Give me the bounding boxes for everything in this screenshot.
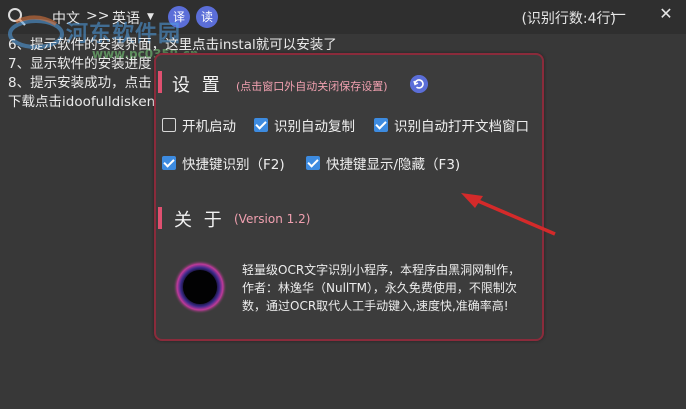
settings-hint: (点击窗口外自动关闭保存设置) [236,80,388,93]
line-count-label: (识别行数:4行) [521,11,616,27]
about-line: 作者：林逸华（NullTM），永久免费使用，不限制次 [242,281,517,295]
minimize-button[interactable]: — [606,2,630,26]
checkbox[interactable] [306,156,320,170]
refresh-icon[interactable] [410,75,428,93]
option-label: 快捷键识别（F2) [182,157,285,173]
option-label: 开机启动 [182,119,236,135]
option-auto-copy[interactable]: 识别自动复制 [254,115,355,135]
option-autostart[interactable]: 开机启动 [162,115,236,135]
checkbox[interactable] [162,156,176,170]
about-line: 轻量级OCR文字识别小程序，本程序由黑洞网制作， [242,263,521,277]
checkbox[interactable] [374,118,388,132]
option-hotkey-recognize[interactable]: 快捷键识别（F2) [162,153,285,173]
about-line: 数，通过OCR取代人工手动键入,速度快,准确率高! [242,299,509,313]
red-arrow-icon [461,193,556,236]
read-aloud-button[interactable]: 读 [196,6,218,28]
about-section-marker [158,207,162,229]
option-label: 识别自动打开文档窗口 [394,119,529,135]
checkbox[interactable] [162,118,176,132]
version-label: (Version 1.2) [234,212,311,226]
black-hole-logo-icon [173,260,227,314]
option-hotkey-toggle[interactable]: 快捷键显示/隐藏（F3) [306,153,460,173]
settings-title: 设 置 [172,75,223,96]
option-label: 识别自动复制 [274,119,355,135]
checkbox[interactable] [254,118,268,132]
settings-section-marker [158,71,162,93]
close-button[interactable]: ✕ [654,2,678,26]
option-auto-open-doc[interactable]: 识别自动打开文档窗口 [374,115,529,135]
option-label: 快捷键显示/隐藏（F3) [326,157,461,173]
about-title: 关 于 [174,210,225,231]
